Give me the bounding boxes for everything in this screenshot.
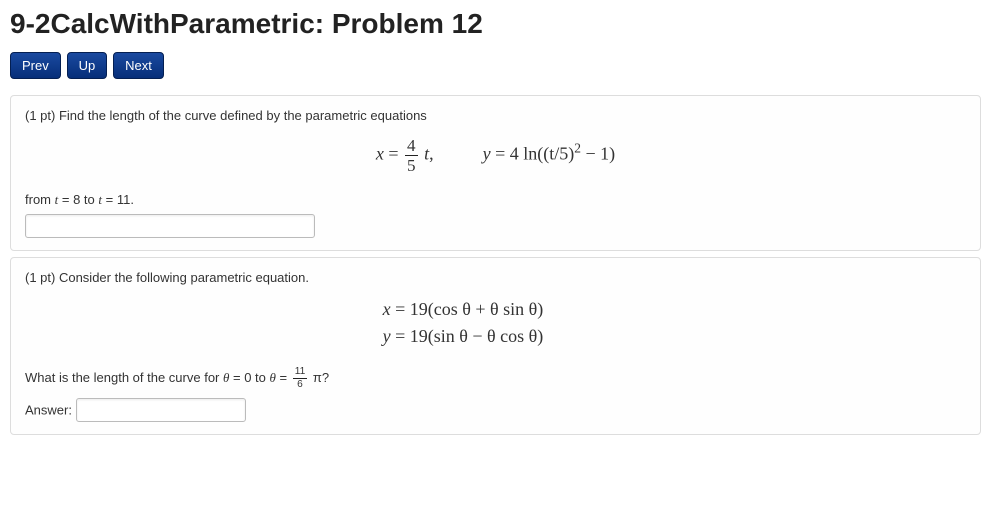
from-eq1: = 8 <box>58 192 80 207</box>
problem-1-equations: x = 4 5 t, y = 4 ln((t/5)2 − 1) <box>25 137 966 174</box>
eq-y-exp: 2 <box>574 141 581 156</box>
p2-eq2-lhs: y <box>383 326 391 346</box>
up-button[interactable]: Up <box>67 52 108 79</box>
next-button[interactable]: Next <box>113 52 164 79</box>
q-text-b: to <box>251 370 269 385</box>
nav-button-row: Prev Up Next <box>0 52 991 89</box>
p2-eq2-eq: = <box>391 326 410 346</box>
problem-2-question: What is the length of the curve for θ = … <box>25 367 966 390</box>
problem-2-prompt: (1 pt) Consider the following parametric… <box>25 270 966 285</box>
eq-y-eq: = <box>495 144 505 164</box>
problem-2-answer-row: Answer: <box>25 398 966 422</box>
p2-eq2-rhs: 19(sin θ − θ cos θ) <box>410 326 544 346</box>
q-pi: π? <box>309 370 329 385</box>
q-eq2: = <box>276 370 291 385</box>
problem-2-equations: x = 19(cos θ + θ sin θ) y = 19(sin θ − θ… <box>25 299 966 347</box>
problem-1-box: (1 pt) Find the length of the curve defi… <box>10 95 981 251</box>
problem-1-range: from t = 8 to t = 11. <box>25 192 966 208</box>
frac-num: 4 <box>405 137 418 156</box>
eq-y-tail: − 1) <box>581 144 615 164</box>
from-eq2: = 11 <box>102 192 130 207</box>
q-text-a: What is the length of the curve for <box>25 370 223 385</box>
eq-y-lhs: y <box>483 144 491 164</box>
problem-1-answer-input[interactable] <box>25 214 315 238</box>
problem-1-prompt: (1 pt) Find the length of the curve defi… <box>25 108 966 123</box>
eq-x-eq: = <box>388 144 398 164</box>
eq2-line1: x = 19(cos θ + θ sin θ) <box>383 299 966 320</box>
eq-y-body: 4 ln((t/5) <box>510 144 575 164</box>
eq-x-fraction: 4 5 <box>405 137 418 174</box>
from-text-a: from <box>25 192 55 207</box>
from-period: . <box>130 192 134 207</box>
page-title: 9-2CalcWithParametric: Problem 12 <box>0 0 991 52</box>
problem-2-answer-input[interactable] <box>76 398 246 422</box>
eq2-line2: y = 19(sin θ − θ cos θ) <box>383 326 966 347</box>
q-frac-den: 6 <box>293 379 308 390</box>
q-eq1: = 0 <box>229 370 251 385</box>
from-text-b: to <box>80 192 98 207</box>
eq-x-comma: , <box>429 144 434 164</box>
q-frac-num: 11 <box>293 367 308 379</box>
p2-eq1-lhs: x <box>383 299 391 319</box>
problem-2-box: (1 pt) Consider the following parametric… <box>10 257 981 435</box>
prev-button[interactable]: Prev <box>10 52 61 79</box>
frac-den: 5 <box>405 156 418 174</box>
p2-eq1-eq: = <box>391 299 410 319</box>
p2-eq1-rhs: 19(cos θ + θ sin θ) <box>410 299 544 319</box>
answer-label: Answer: <box>25 403 72 418</box>
q-fraction: 116 <box>293 367 308 390</box>
eq-x-lhs: x <box>376 144 384 164</box>
